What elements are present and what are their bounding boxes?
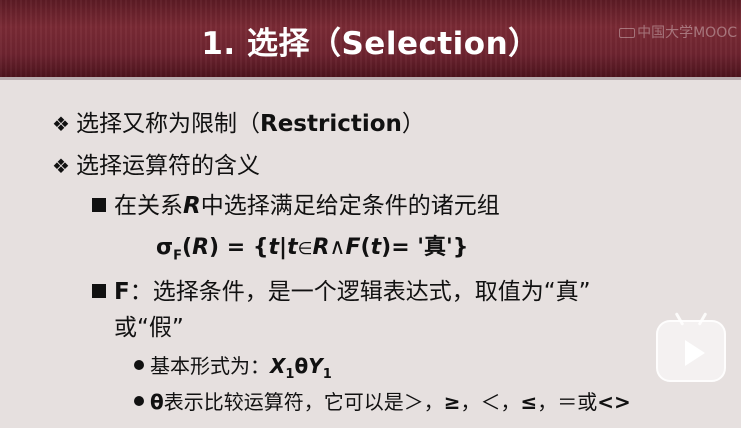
- bilibili-play-button[interactable]: [656, 320, 726, 382]
- basic-form-text: 基本形式为：: [150, 354, 270, 378]
- title-bar: 1. 选择（Selection） 中国大学MOOC: [0, 0, 741, 80]
- var-t: t: [287, 235, 298, 260]
- var-y: Y: [308, 354, 323, 378]
- sub-bullet-condition: F：选择条件，是一个逻辑表达式，取值为“真”: [92, 272, 591, 306]
- var-t: t: [268, 235, 280, 260]
- and-symbol: ∧: [329, 235, 346, 260]
- dot-bullet-icon: [134, 360, 144, 370]
- bullet-text: 选择又称为限制（: [76, 111, 260, 137]
- var-f: F: [114, 279, 130, 305]
- ne-symbol: <>: [597, 390, 631, 414]
- paren: (: [360, 235, 371, 260]
- var-r: R: [312, 235, 330, 260]
- sigma-symbol: σ: [156, 235, 174, 260]
- bullet-operator-meaning: ❖ 选择运算符的含义: [52, 146, 260, 180]
- bullet-text-end: ）: [401, 111, 425, 137]
- square-bullet-icon: [92, 284, 106, 298]
- theta-symbol: θ: [294, 354, 309, 378]
- watermark-text: 中国大学MOOC: [637, 25, 737, 41]
- play-icon: [685, 340, 705, 366]
- sep: ，＝或: [537, 390, 598, 414]
- text-pre: 在关系: [114, 193, 183, 219]
- diamond-bullet-icon: ❖: [52, 112, 70, 136]
- theta-symbol: θ: [150, 390, 164, 414]
- sub-sub-bullet-theta: θ表示比较运算符，它可以是＞，≥，＜，≤，＝或<>: [134, 386, 631, 415]
- paren-open: (: [182, 235, 193, 260]
- var-t: t: [370, 235, 382, 260]
- sep: ，＜，: [460, 390, 521, 414]
- le-symbol: ≤: [520, 390, 538, 414]
- condition-continuation: 或“假”: [114, 315, 184, 341]
- sub-bullet-relation: 在关系R中选择满足给定条件的诸元组: [92, 186, 500, 220]
- paren-close: ): [381, 235, 392, 260]
- diamond-bullet-icon: ❖: [52, 154, 70, 178]
- ge-symbol: ≥: [443, 390, 461, 414]
- bullet-restriction: ❖ 选择又称为限制（Restriction）: [52, 104, 425, 138]
- element-of-symbol: ∈: [297, 239, 313, 259]
- formula-end: = '真'}: [391, 235, 469, 260]
- sub-sub-bullet-basic-form: 基本形式为：X1θY1: [134, 350, 332, 382]
- var-x: X: [270, 354, 286, 378]
- bar: |: [279, 235, 288, 260]
- slide: 1. 选择（Selection） 中国大学MOOC ❖ 选择又称为限制（Restr…: [0, 0, 741, 428]
- var-r: R: [183, 193, 201, 219]
- slide-content: ❖ 选择又称为限制（Restriction） ❖ 选择运算符的含义 在关系R中选择满…: [0, 90, 741, 428]
- dot-bullet-icon: [134, 396, 144, 406]
- mooc-logo-icon: [619, 28, 636, 38]
- formula: σF(R) = {t|t∈R∧F(t)= '真'}: [156, 229, 468, 263]
- theta-text: 表示比较运算符，它可以是＞，: [163, 390, 444, 414]
- var-f: F: [345, 235, 361, 260]
- bullet-text: 选择运算符的含义: [76, 153, 260, 179]
- mooc-watermark: 中国大学MOOC: [619, 22, 737, 42]
- condition-text: ：选择条件，是一个逻辑表达式，取值为“真”: [129, 279, 591, 305]
- subscript-f: F: [173, 248, 183, 264]
- text-post: 中选择满足给定条件的诸元组: [200, 193, 500, 219]
- subscript: 1: [322, 367, 332, 382]
- var-r: R: [192, 235, 210, 260]
- bullet-text-bold: Restriction: [260, 111, 402, 137]
- formula-mid: ) = {: [209, 235, 269, 260]
- square-bullet-icon: [92, 198, 106, 212]
